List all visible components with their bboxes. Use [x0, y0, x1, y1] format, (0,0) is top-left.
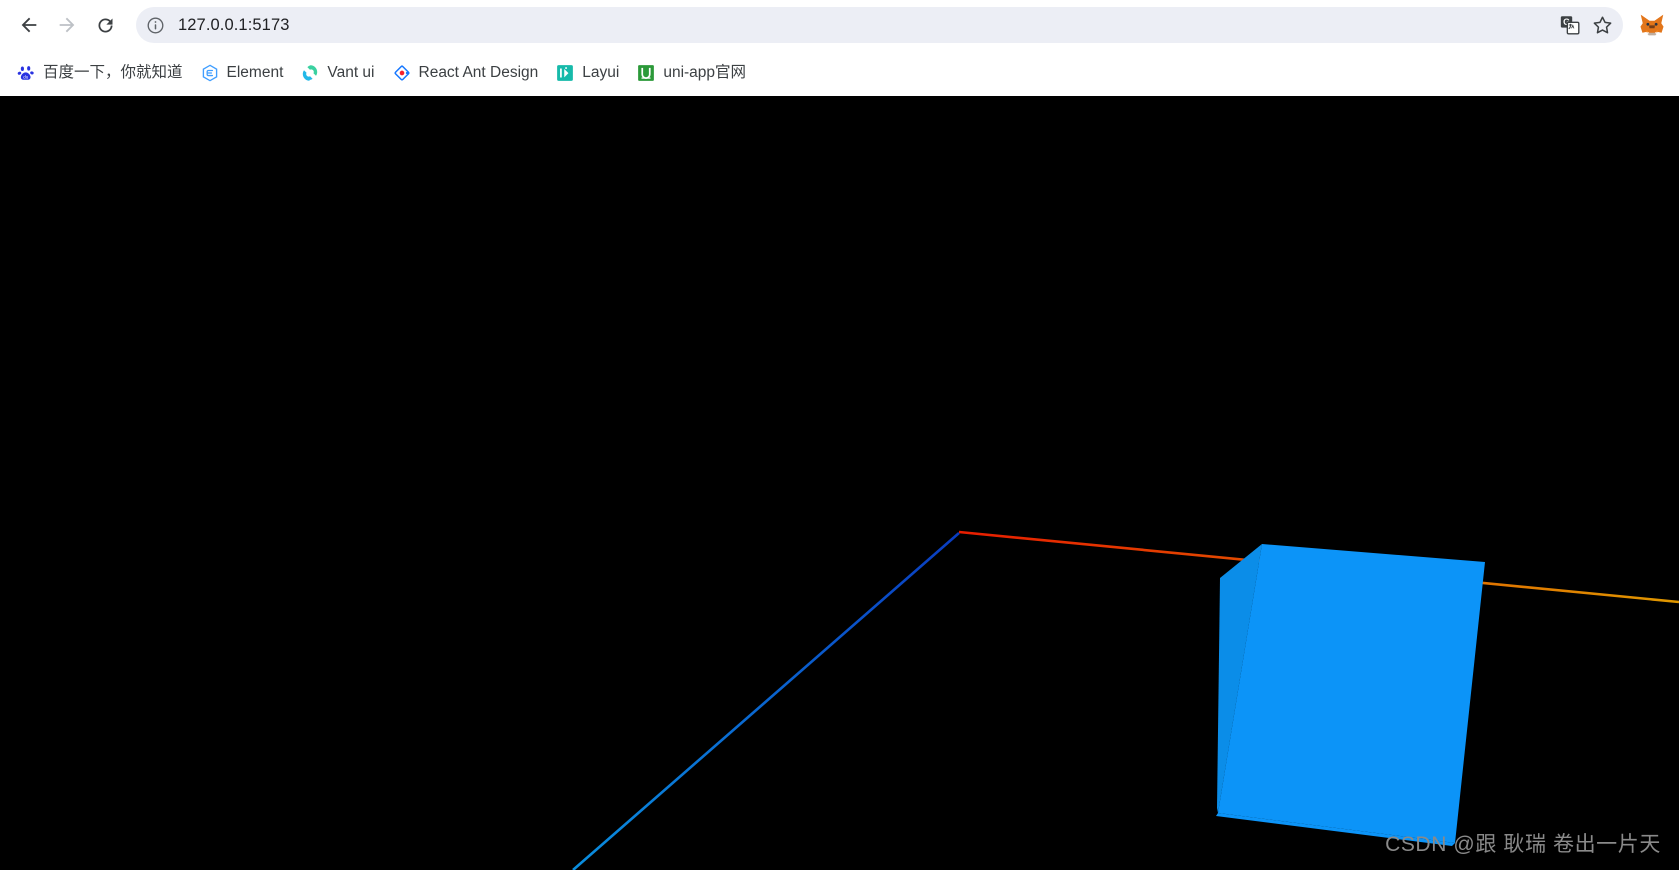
- ant-design-diamond-icon: [393, 64, 411, 82]
- bookmark-react-ant-design[interactable]: React Ant Design: [384, 58, 548, 88]
- bookmark-label: Vant ui: [327, 63, 375, 81]
- bookmark-baidu[interactable]: du 百度一下，你就知道: [8, 58, 192, 88]
- translate-icon: G: [1560, 16, 1580, 35]
- bookmark-vant-ui[interactable]: Vant ui: [292, 58, 383, 88]
- metamask-extension-button[interactable]: [1635, 8, 1669, 42]
- back-arrow-icon: [21, 17, 37, 33]
- bookmark-label: 百度一下，你就知道: [43, 63, 183, 81]
- three-js-viewport[interactable]: CSDN @跟 耿瑞 卷出一片天: [0, 96, 1679, 870]
- browser-window: 127.0.0.1:5173 G du 百度一下，你就知道 Element Va…: [0, 0, 1679, 870]
- reload-button[interactable]: [86, 6, 124, 44]
- bookmark-layui[interactable]: Layui: [547, 58, 628, 88]
- forward-button[interactable]: [48, 6, 86, 44]
- back-button[interactable]: [10, 6, 48, 44]
- cube-front-face: [1218, 544, 1485, 843]
- bookmarks-bar: du 百度一下，你就知道 Element Vant ui React Ant D…: [0, 50, 1679, 96]
- url-input[interactable]: 127.0.0.1:5173: [170, 7, 1553, 43]
- bookmark-label: Element: [226, 63, 284, 81]
- forward-arrow-icon: [59, 17, 75, 33]
- vant-icon: [301, 64, 319, 82]
- baidu-paw-icon: du: [17, 64, 35, 82]
- bookmark-label: Layui: [582, 63, 620, 81]
- svg-text:du: du: [23, 74, 29, 79]
- translate-button[interactable]: G: [1555, 10, 1585, 40]
- uniapp-square-icon: [637, 64, 655, 82]
- scene-canvas[interactable]: [0, 96, 1679, 870]
- omnibox[interactable]: 127.0.0.1:5173 G: [136, 7, 1623, 43]
- reload-icon: [98, 18, 112, 32]
- element-hexagon-icon: [201, 64, 219, 82]
- bookmark-star-button[interactable]: [1587, 10, 1617, 40]
- browser-toolbar: 127.0.0.1:5173 G: [0, 0, 1679, 50]
- site-info-button[interactable]: [140, 10, 170, 40]
- layui-square-icon: [556, 64, 574, 82]
- bookmark-uniapp[interactable]: uni-app官网: [628, 58, 755, 88]
- bookmark-label: React Ant Design: [418, 63, 539, 81]
- browser-chrome: 127.0.0.1:5173 G du 百度一下，你就知道 Element Va…: [0, 0, 1679, 96]
- bookmark-element[interactable]: Element: [192, 58, 293, 88]
- info-circle-icon: [147, 17, 163, 33]
- metamask-fox-icon: [1640, 14, 1664, 36]
- bookmark-label: uni-app官网: [663, 63, 747, 81]
- star-outline-icon: [1593, 15, 1611, 33]
